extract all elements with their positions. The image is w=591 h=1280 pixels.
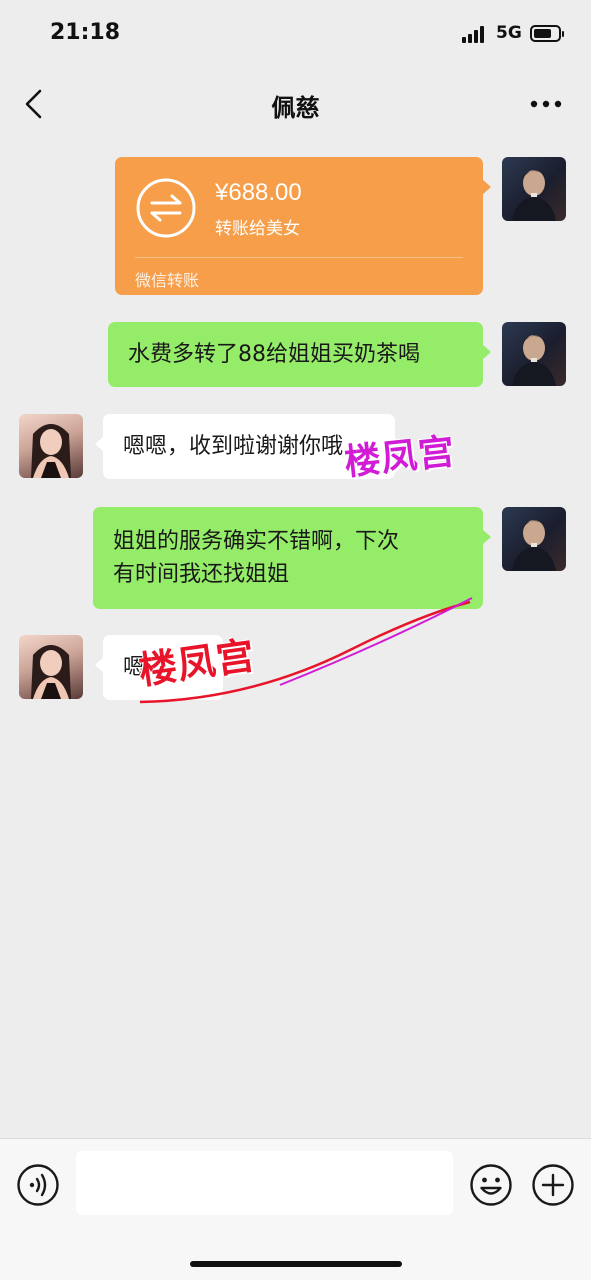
contact-avatar[interactable]: [19, 635, 83, 699]
my-avatar[interactable]: [502, 507, 566, 571]
emoji-icon[interactable]: [469, 1163, 513, 1207]
home-indicator[interactable]: [190, 1261, 402, 1267]
battery-icon: [530, 25, 564, 42]
status-time: 21:18: [50, 20, 121, 45]
plus-icon[interactable]: [531, 1163, 575, 1207]
status-bar: 21:18 5G: [0, 0, 591, 70]
transfer-footer: 微信转账: [135, 271, 200, 290]
male-avatar-photo: [512, 520, 556, 571]
voice-icon[interactable]: [16, 1163, 60, 1207]
contact-avatar[interactable]: [19, 414, 83, 478]
signal-icon: [462, 26, 488, 43]
transfer-amount: ¥688.00: [215, 179, 302, 206]
more-icon[interactable]: [526, 94, 566, 114]
transfer-note: 转账给美女: [215, 219, 300, 239]
transfer-divider: [135, 257, 463, 258]
chat-title: 佩慈: [271, 94, 320, 122]
sent-message-line-2: 有时间我还找姐姐: [113, 562, 290, 587]
my-avatar[interactable]: [502, 157, 566, 221]
male-avatar-photo: [512, 335, 556, 386]
female-avatar-photo: [31, 645, 71, 699]
sent-message-bubble[interactable]: 水费多转了88给姐姐买奶茶喝: [108, 322, 491, 387]
my-avatar[interactable]: [502, 322, 566, 386]
input-bar: [0, 1138, 591, 1280]
message-input[interactable]: [76, 1151, 453, 1215]
nav-bar: 佩慈: [0, 70, 591, 138]
sent-message-line-1: 姐姐的服务确实不错啊，下次: [113, 529, 400, 554]
network-type: 5G: [496, 23, 522, 43]
transfer-arrows-icon: [136, 178, 196, 238]
male-avatar-photo: [512, 170, 556, 221]
transfer-card[interactable]: ¥688.00 转账给美女 微信转账: [115, 157, 491, 295]
female-avatar-photo: [31, 424, 71, 478]
sent-message-text: 水费多转了88给姐姐买奶茶喝: [128, 342, 420, 367]
received-message-text: 嗯嗯，收到啦谢谢你哦: [123, 434, 344, 459]
